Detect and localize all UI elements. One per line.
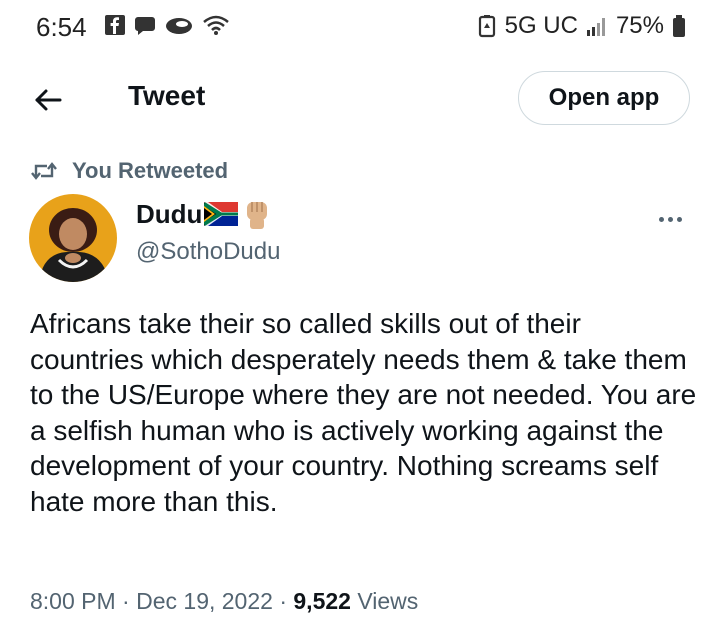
signal-icon bbox=[586, 18, 605, 36]
facebook-icon bbox=[105, 15, 125, 35]
page-title: Tweet bbox=[128, 80, 206, 111]
avatar[interactable] bbox=[29, 194, 117, 282]
tweet-time[interactable]: 8:00 PM bbox=[30, 588, 116, 614]
wifi-icon bbox=[203, 15, 229, 35]
views-label: Views bbox=[357, 588, 419, 614]
raised-fist-icon bbox=[247, 202, 268, 229]
avatar-image bbox=[29, 194, 117, 282]
cloud-icon bbox=[166, 18, 192, 34]
battery-percent: 75% bbox=[615, 12, 664, 39]
bubble-icon bbox=[135, 17, 155, 35]
open-app-button[interactable]: Open app bbox=[518, 71, 690, 125]
meta-separator-1: · bbox=[122, 588, 130, 614]
tweet-author[interactable]: Dudu @SothoDudu bbox=[136, 198, 280, 266]
status-time: 6:54 bbox=[36, 12, 87, 42]
author-display-name: Dudu bbox=[136, 198, 280, 230]
back-button[interactable] bbox=[26, 78, 70, 122]
data-saver-icon bbox=[478, 15, 495, 38]
author-handle: @SothoDudu bbox=[136, 238, 281, 265]
author-name: Dudu bbox=[136, 198, 203, 229]
battery-icon bbox=[673, 15, 685, 37]
meta-separator-2: · bbox=[279, 588, 287, 614]
arrow-left-icon bbox=[35, 89, 62, 111]
status-notification-icons bbox=[104, 14, 230, 36]
retweet-context: You Retweeted bbox=[30, 158, 228, 184]
network-type: 5G UC bbox=[504, 12, 578, 39]
more-options-icon[interactable] bbox=[650, 207, 690, 231]
status-bar: 6:54 5G UC 75% bbox=[0, 0, 720, 54]
tweet-date[interactable]: Dec 19, 2022 bbox=[136, 588, 273, 614]
status-right-group: 5G UC 75% bbox=[477, 12, 686, 40]
views-count: 9,522 bbox=[293, 588, 351, 614]
top-header: Tweet Open app bbox=[0, 62, 720, 136]
retweet-label[interactable]: You Retweeted bbox=[72, 158, 228, 184]
south-africa-flag-icon bbox=[204, 202, 239, 226]
retweet-icon bbox=[31, 162, 57, 180]
tweet-text: Africans take their so called skills out… bbox=[30, 308, 697, 517]
tweet-meta: 8:00 PM · Dec 19, 2022 · 9,522 Views bbox=[30, 588, 418, 615]
